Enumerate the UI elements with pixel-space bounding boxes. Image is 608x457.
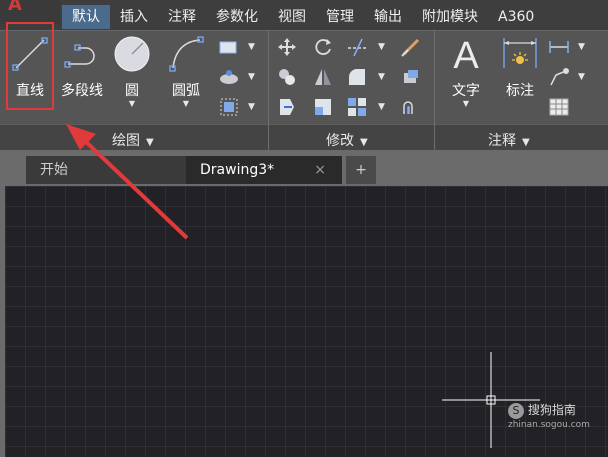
stretch-icon[interactable] <box>276 96 298 118</box>
chevron-down-icon[interactable]: ▼ <box>578 72 585 82</box>
explode-icon[interactable] <box>400 66 422 88</box>
chevron-down-icon[interactable]: ▼ <box>110 100 154 108</box>
tab-insert[interactable]: 插入 <box>110 5 158 29</box>
tab-drawing3[interactable]: Drawing3* × <box>186 156 342 184</box>
table-icon[interactable] <box>548 96 570 118</box>
line-tool-highlight-box <box>6 22 54 110</box>
tab-annotate[interactable]: 注释 <box>158 5 206 29</box>
chevron-down-icon[interactable]: ▼ <box>248 102 255 112</box>
text-a-icon: A <box>453 35 479 77</box>
tab-output[interactable]: 输出 <box>364 5 412 29</box>
tab-start[interactable]: 开始 <box>26 156 186 184</box>
copy-icon[interactable] <box>276 66 298 88</box>
svg-text:A: A <box>453 35 479 74</box>
panel-separator <box>268 30 269 150</box>
annotation-panel-title[interactable]: 注释 ▼ <box>488 130 530 150</box>
polyline-tool-label: 多段线 <box>61 83 103 99</box>
watermark-brand: S 搜狗指南 <box>508 401 576 419</box>
array-icon[interactable] <box>346 96 368 118</box>
chevron-down-icon[interactable]: ▼ <box>378 102 385 112</box>
chevron-down-icon[interactable]: ▼ <box>578 42 585 52</box>
arc-tool-button[interactable]: 圆弧 ▼ <box>162 34 210 108</box>
move-icon[interactable] <box>276 36 298 58</box>
erase-icon[interactable] <box>400 36 422 58</box>
linear-dimension-icon[interactable] <box>548 36 570 58</box>
circle-tool-button[interactable]: 圆 ▼ <box>110 34 154 108</box>
tab-default[interactable]: 默认 <box>62 5 110 29</box>
text-tool-label: 文字 <box>452 83 480 99</box>
chevron-down-icon: ▼ <box>522 137 530 148</box>
plus-icon: + <box>355 162 367 178</box>
arc-tool-label: 圆弧 <box>172 83 200 99</box>
tab-drawing3-label: Drawing3* <box>200 162 275 178</box>
tab-a360[interactable]: A360 <box>488 5 544 29</box>
rectangle-icon[interactable] <box>218 36 240 58</box>
dimension-tool-label: 标注 <box>506 83 534 99</box>
chevron-down-icon[interactable]: ▼ <box>442 100 490 108</box>
new-tab-button[interactable]: + <box>346 156 376 184</box>
dimension-icon <box>503 38 537 68</box>
chevron-down-icon[interactable]: ▼ <box>248 72 255 82</box>
fillet-icon[interactable] <box>346 66 368 88</box>
tab-manage[interactable]: 管理 <box>316 5 364 29</box>
chevron-down-icon: ▼ <box>360 137 368 148</box>
app-logo-icon: A <box>8 0 22 15</box>
panel-separator <box>434 30 435 150</box>
modify-panel-title[interactable]: 修改 ▼ <box>326 130 368 150</box>
ribbon-tab-bar: A 默认 插入 注释 参数化 视图 管理 输出 附加模块 A360 <box>0 0 608 30</box>
circle-tool-label: 圆 <box>125 83 139 99</box>
chevron-down-icon[interactable]: ▼ <box>378 42 385 52</box>
hatch-icon[interactable] <box>218 66 240 88</box>
trim-icon[interactable] <box>346 36 368 58</box>
tab-view[interactable]: 视图 <box>268 5 316 29</box>
mirror-icon[interactable] <box>312 66 334 88</box>
offset-icon[interactable] <box>400 96 422 118</box>
arc-icon <box>169 36 204 72</box>
tab-addins[interactable]: 附加模块 <box>412 5 488 29</box>
dimension-tool-button[interactable]: 标注 <box>498 34 542 100</box>
ribbon-tabs: 默认 插入 注释 参数化 视图 管理 输出 附加模块 A360 <box>62 5 544 29</box>
chevron-down-icon[interactable]: ▼ <box>378 72 385 82</box>
circle-icon <box>114 36 150 72</box>
leader-icon[interactable] <box>548 66 570 88</box>
tab-parametric[interactable]: 参数化 <box>206 5 268 29</box>
application-menu-button[interactable]: A <box>0 0 60 24</box>
watermark-url: zhinan.sogou.com <box>508 420 590 430</box>
sogou-logo-icon: S <box>508 402 524 419</box>
scale-icon[interactable] <box>312 96 334 118</box>
polyline-tool-button[interactable]: 多段线 <box>58 34 106 100</box>
tab-start-label: 开始 <box>40 162 68 178</box>
close-icon[interactable]: × <box>314 156 326 184</box>
annotation-panel-title-text: 注释 <box>488 133 516 149</box>
text-tool-button[interactable]: A 文字 ▼ <box>442 34 490 108</box>
chevron-down-icon[interactable]: ▼ <box>248 42 255 52</box>
draw-panel-title-text: 绘图 <box>112 133 140 149</box>
chevron-down-icon: ▼ <box>146 137 154 148</box>
modify-panel-title-text: 修改 <box>326 133 354 149</box>
chevron-down-icon[interactable]: ▼ <box>162 100 210 108</box>
polyline-icon <box>64 44 95 68</box>
watermark-brand-text: 搜狗指南 <box>527 403 576 417</box>
draw-panel-title[interactable]: 绘图 ▼ <box>112 130 154 150</box>
rotate-icon[interactable] <box>312 36 334 58</box>
boundary-icon[interactable] <box>218 96 240 118</box>
